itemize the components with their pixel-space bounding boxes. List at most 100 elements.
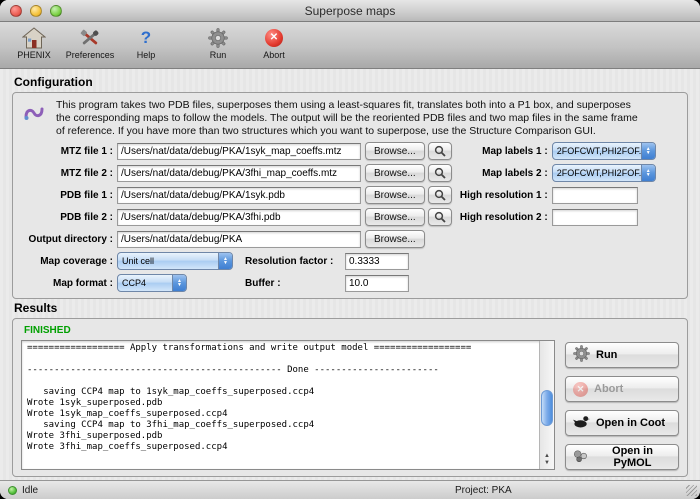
map-labels-1-select[interactable]: 2FOFCWT,PHI2FOF... ▲▼	[552, 142, 656, 160]
mtz-file-1-browse-button[interactable]: Browse...	[365, 142, 425, 160]
toolbar-label: Abort	[263, 50, 285, 60]
toolbar-run-button[interactable]: Run	[190, 25, 246, 68]
output-directory-input[interactable]	[117, 231, 361, 248]
program-icon	[21, 99, 47, 137]
buffer-label: Buffer :	[245, 278, 345, 289]
coot-bird-icon	[573, 414, 590, 432]
minimize-button[interactable]	[30, 5, 42, 17]
scrollbar-arrows-icon[interactable]: ▲▼	[540, 453, 554, 467]
popup-arrows-icon: ▲▼	[641, 143, 655, 159]
high-resolution-2-label: High resolution 2 :	[458, 212, 548, 223]
results-heading: Results	[14, 301, 688, 315]
open-in-coot-button[interactable]: Open in Coot	[565, 410, 679, 436]
pdb-file-1-inspect-button[interactable]	[428, 186, 452, 204]
pdb-file-2-browse-button[interactable]: Browse...	[365, 208, 425, 226]
mtz-file-1-input[interactable]	[117, 143, 361, 160]
toolbar-separator	[174, 25, 190, 68]
toolbar-label: Preferences	[66, 50, 115, 60]
map-format-label: Map format :	[21, 278, 113, 289]
titlebar[interactable]: Superpose maps	[0, 0, 700, 22]
gear-icon	[573, 345, 590, 365]
pymol-icon	[573, 449, 588, 466]
main-content: Configuration This program takes two PDB…	[0, 69, 700, 480]
pdb-file-1-row: PDB file 1 : Browse... High resolution 1…	[21, 186, 679, 204]
log-console[interactable]: ================== Apply transformations…	[27, 343, 537, 467]
status-text: Idle	[22, 485, 38, 496]
abort-icon: ✕	[265, 25, 283, 50]
map-format-row: Map format : CCP4 ▲▼ Buffer :	[21, 274, 679, 292]
abort-button[interactable]: ✕ Abort	[565, 376, 679, 402]
popup-arrows-icon: ▲▼	[641, 165, 655, 181]
magnifier-icon	[434, 145, 446, 157]
run-button[interactable]: Run	[565, 342, 679, 368]
statusbar: Idle Project: PKA	[0, 480, 700, 499]
high-resolution-1-label: High resolution 1 :	[458, 190, 548, 201]
pdb-file-1-label: PDB file 1 :	[21, 190, 113, 201]
popup-arrows-icon: ▲▼	[218, 253, 232, 269]
mtz-file-1-row: MTZ file 1 : Browse... Map labels 1 : 2F…	[21, 142, 679, 160]
mtz-file-1-label: MTZ file 1 :	[21, 146, 113, 157]
console-scrollbar[interactable]: ▲▼	[539, 341, 554, 469]
pdb-file-2-row: PDB file 2 : Browse... High resolution 2…	[21, 208, 679, 226]
magnifier-icon	[434, 189, 446, 201]
scrollbar-thumb[interactable]	[541, 390, 553, 426]
map-format-select[interactable]: CCP4 ▲▼	[117, 274, 187, 292]
toolbar-label: Run	[210, 50, 227, 60]
map-coverage-row: Map coverage : Unit cell ▲▼ Resolution f…	[21, 252, 679, 270]
mtz-file-2-input[interactable]	[117, 165, 361, 182]
abort-icon: ✕	[573, 382, 588, 397]
toolbar-label: Help	[137, 50, 156, 60]
home-icon	[22, 25, 46, 50]
map-labels-2-select[interactable]: 2FOFCWT,PHI2FOF... ▲▼	[552, 164, 656, 182]
high-resolution-2-input[interactable]	[552, 209, 638, 226]
map-coverage-label: Map coverage :	[21, 256, 113, 267]
pdb-file-2-input[interactable]	[117, 209, 361, 226]
close-button[interactable]	[10, 5, 22, 17]
magnifier-icon	[434, 211, 446, 223]
action-buttons: Run ✕ Abort	[565, 340, 679, 470]
toolbar-abort-button[interactable]: ✕ Abort	[246, 25, 302, 68]
app-window: Superpose maps PHENIX Preferences	[0, 0, 700, 499]
toolbar-label: PHENIX	[17, 50, 51, 60]
output-directory-browse-button[interactable]: Browse...	[365, 230, 425, 248]
mtz-file-2-row: MTZ file 2 : Browse... Map labels 2 : 2F…	[21, 164, 679, 182]
output-directory-row: Output directory : Browse...	[21, 230, 679, 248]
map-coverage-select[interactable]: Unit cell ▲▼	[117, 252, 233, 270]
pdb-file-2-inspect-button[interactable]	[428, 208, 452, 226]
results-panel: FINISHED ================== Apply transf…	[12, 318, 688, 477]
mtz-file-2-browse-button[interactable]: Browse...	[365, 164, 425, 182]
output-directory-label: Output directory :	[21, 234, 113, 245]
tools-icon	[78, 25, 102, 50]
toolbar-help-button[interactable]: ? Help	[118, 25, 174, 68]
pdb-file-1-browse-button[interactable]: Browse...	[365, 186, 425, 204]
program-description: This program takes two PDB files, superp…	[56, 99, 644, 137]
window-title: Superpose maps	[305, 4, 396, 18]
mtz-file-1-inspect-button[interactable]	[428, 142, 452, 160]
buffer-input[interactable]	[345, 275, 409, 292]
configuration-heading: Configuration	[14, 75, 688, 89]
popup-arrows-icon: ▲▼	[172, 275, 186, 291]
high-resolution-1-input[interactable]	[552, 187, 638, 204]
log-console-container: ================== Apply transformations…	[21, 340, 555, 470]
window-controls	[10, 5, 62, 17]
zoom-button[interactable]	[50, 5, 62, 17]
open-in-pymol-button[interactable]: Open in PyMOL	[565, 444, 679, 470]
status-finished: FINISHED	[24, 325, 679, 336]
gear-icon	[208, 25, 228, 50]
resize-grip[interactable]	[686, 485, 697, 496]
resolution-factor-input[interactable]	[345, 253, 409, 270]
configuration-panel: This program takes two PDB files, superp…	[12, 92, 688, 299]
toolbar-preferences-button[interactable]: Preferences	[62, 25, 118, 68]
magnifier-icon	[434, 167, 446, 179]
project-label: Project: PKA	[455, 485, 512, 496]
mtz-file-2-inspect-button[interactable]	[428, 164, 452, 182]
toolbar: PHENIX Preferences ? Help	[0, 22, 700, 69]
pdb-file-1-input[interactable]	[117, 187, 361, 204]
map-labels-1-label: Map labels 1 :	[458, 146, 548, 157]
map-labels-2-label: Map labels 2 :	[458, 168, 548, 179]
status-dot-icon	[8, 486, 17, 495]
mtz-file-2-label: MTZ file 2 :	[21, 168, 113, 179]
help-icon: ?	[141, 25, 151, 50]
resolution-factor-label: Resolution factor :	[245, 256, 345, 267]
toolbar-phenix-button[interactable]: PHENIX	[6, 25, 62, 68]
